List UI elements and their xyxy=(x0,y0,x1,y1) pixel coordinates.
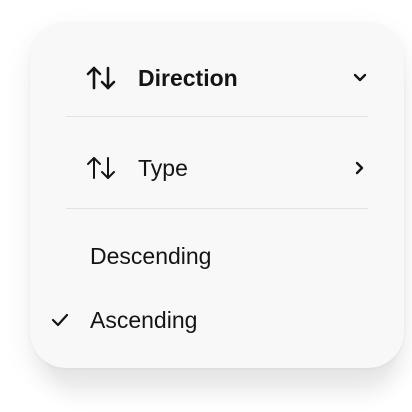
stage: Direction Type Descending Ascending xyxy=(0,0,412,412)
divider xyxy=(66,208,368,209)
sort-arrows-icon xyxy=(85,154,117,182)
type-label: Type xyxy=(138,154,188,181)
menu-item-direction[interactable]: Direction xyxy=(30,56,404,100)
option-ascending[interactable]: Ascending xyxy=(30,298,404,342)
sort-menu: Direction Type Descending Ascending xyxy=(30,22,404,368)
chevron-down-icon xyxy=(350,68,370,88)
divider xyxy=(66,116,368,117)
sort-arrows-icon xyxy=(85,64,117,92)
checkmark-icon xyxy=(50,310,70,330)
menu-item-type[interactable]: Type xyxy=(30,146,404,190)
direction-label: Direction xyxy=(138,64,238,91)
option-label: Ascending xyxy=(90,306,198,333)
chevron-right-icon xyxy=(350,158,370,178)
option-label: Descending xyxy=(90,242,212,269)
option-descending[interactable]: Descending xyxy=(30,234,404,278)
